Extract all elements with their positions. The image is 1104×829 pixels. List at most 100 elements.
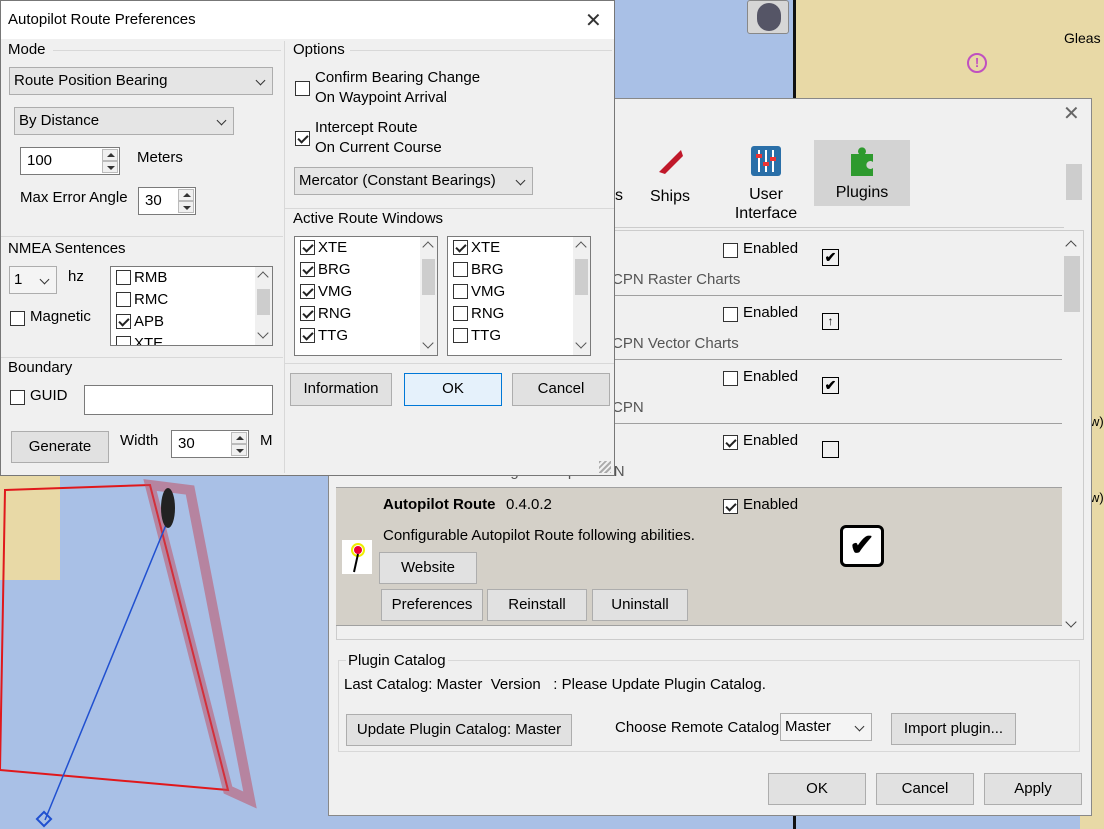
list-item[interactable]: XTE (295, 237, 437, 259)
options-group-label: Options (293, 41, 345, 58)
cancel-button[interactable]: Cancel (512, 373, 610, 406)
close-icon[interactable]: ✕ (585, 8, 602, 33)
enabled-label: Enabled (743, 432, 799, 449)
generate-button[interactable]: Generate (11, 431, 109, 463)
projection-select[interactable]: Mercator (Constant Bearings) (294, 167, 533, 195)
list-item[interactable]: XTE (448, 237, 590, 259)
confirm-bearing-checkbox[interactable] (295, 79, 310, 96)
list-item[interactable]: VMG (295, 281, 437, 303)
tab-partial[interactable]: s (614, 186, 624, 205)
checkbox (116, 335, 131, 345)
tab-plugins[interactable]: Plugins (814, 140, 910, 206)
intercept-route-checkbox[interactable] (295, 129, 310, 146)
chevron-down-icon (216, 115, 227, 126)
mode-group-label: Mode (8, 41, 46, 58)
information-button[interactable]: Information (290, 373, 392, 406)
uninstall-button[interactable]: Uninstall (592, 589, 688, 621)
checked-box-icon: ✔ (822, 377, 839, 394)
list-item[interactable]: VMG (448, 281, 590, 303)
selected-plugin-row[interactable]: Autopilot Route 0.4.0.2 Enabled ✔ Config… (336, 488, 1062, 626)
preferences-button[interactable]: Preferences (381, 589, 483, 621)
large-checked-icon: ✔ (840, 525, 884, 567)
chevron-down-icon (39, 274, 50, 285)
autopilot-preferences-dialog: Autopilot Route Preferences ✕ Mode Route… (0, 0, 615, 476)
spin-up-icon (102, 149, 118, 161)
list-item[interactable]: RNG (295, 303, 437, 325)
tab-ships[interactable]: Ships (640, 144, 700, 206)
distance-unit: Meters (137, 149, 183, 166)
active-windows-list-left[interactable]: XTE BRG VMG RNG TTG (294, 236, 438, 356)
enabled-checkbox[interactable] (723, 305, 738, 322)
enabled-checkbox[interactable] (723, 433, 738, 450)
plugin-description: Configurable Autopilot Route following a… (383, 527, 695, 544)
checkbox (116, 291, 131, 307)
plugin-description: CPN Raster Charts (612, 271, 741, 288)
list-item[interactable]: XTE (111, 333, 272, 345)
list-item[interactable]: BRG (295, 259, 437, 281)
list-item[interactable]: BRG (448, 259, 590, 281)
options-cancel-button[interactable]: Cancel (876, 773, 974, 805)
tab-user-interface[interactable]: User Interface (722, 144, 810, 224)
tab-scrollbar[interactable] (1064, 142, 1084, 222)
enabled-checkbox[interactable] (723, 369, 738, 386)
list-scrollbar[interactable] (573, 237, 590, 355)
remote-catalog-label: Choose Remote Catalog (615, 719, 780, 736)
boundary-group-label: Boundary (8, 359, 73, 376)
enabled-checkbox[interactable] (723, 497, 738, 514)
catalog-status: Last Catalog: Master Version : Please Up… (344, 676, 766, 693)
options-apply-button[interactable]: Apply (984, 773, 1082, 805)
scroll-down-icon[interactable] (1065, 616, 1077, 628)
plugin-list-scrollbar[interactable] (1062, 232, 1082, 638)
plugin-version: 0.4.0.2 (506, 496, 552, 513)
rate-select[interactable]: 1 (9, 266, 57, 294)
nmea-list[interactable]: RMB RMC APB XTE (110, 266, 273, 346)
chevron-down-icon (854, 721, 865, 732)
list-item[interactable]: RMB (111, 267, 272, 289)
max-error-spinner[interactable]: 30 (138, 187, 196, 215)
options-ok-button[interactable]: OK (768, 773, 866, 805)
tab-ships-label: Ships (649, 188, 691, 205)
list-item[interactable]: TTG (295, 325, 437, 347)
mode-select[interactable]: Route Position Bearing (9, 67, 273, 95)
remote-catalog-select[interactable]: Master (780, 713, 872, 741)
list-scrollbar[interactable] (255, 267, 272, 345)
chevron-down-icon (515, 175, 526, 186)
plugin-description: CPN (612, 399, 644, 416)
guid-checkbox[interactable] (10, 388, 25, 405)
list-scrollbar[interactable] (420, 237, 437, 355)
list-item[interactable]: RNG (448, 303, 590, 325)
active-windows-list-right[interactable]: XTE BRG VMG RNG TTG (447, 236, 591, 356)
enabled-label: Enabled (743, 240, 799, 257)
list-item[interactable]: TTG (448, 325, 590, 347)
checked-box-icon: ✔ (822, 249, 839, 266)
reinstall-button[interactable]: Reinstall (487, 589, 587, 621)
spin-down-icon (102, 161, 118, 173)
close-icon[interactable]: ✕ (1063, 104, 1080, 124)
enabled-checkbox[interactable] (723, 241, 738, 258)
ok-button[interactable]: OK (404, 373, 502, 406)
distance-spinner[interactable]: 100 (20, 147, 120, 175)
update-catalog-button[interactable]: Update Plugin Catalog: Master (346, 714, 572, 746)
list-item[interactable]: APB (111, 311, 272, 333)
checkbox (116, 269, 131, 285)
dialog-title: Autopilot Route Preferences (8, 11, 196, 28)
enabled-label: Enabled (743, 496, 799, 513)
confirm-bearing-label-2: On Waypoint Arrival (315, 89, 447, 106)
width-label: Width (120, 432, 159, 449)
resize-grip-icon[interactable] (599, 461, 611, 473)
spin-down-icon (178, 201, 194, 213)
waypoint-marker (35, 810, 53, 828)
plugin-icon (342, 540, 372, 574)
max-error-label: Max Error Angle (20, 189, 128, 206)
magnetic-checkbox[interactable] (10, 309, 25, 326)
scroll-up-icon[interactable] (1065, 240, 1077, 252)
import-plugin-button[interactable]: Import plugin... (891, 713, 1016, 745)
distance-select[interactable]: By Distance (14, 107, 234, 135)
nmea-group-label: NMEA Sentences (8, 240, 126, 257)
spin-up-icon (231, 432, 247, 444)
width-spinner[interactable]: 30 (171, 430, 249, 458)
website-button[interactable]: Website (379, 552, 477, 584)
list-item[interactable]: RMC (111, 289, 272, 311)
guid-input[interactable] (84, 385, 273, 415)
title-bar[interactable]: Autopilot Route Preferences ✕ (1, 1, 614, 39)
